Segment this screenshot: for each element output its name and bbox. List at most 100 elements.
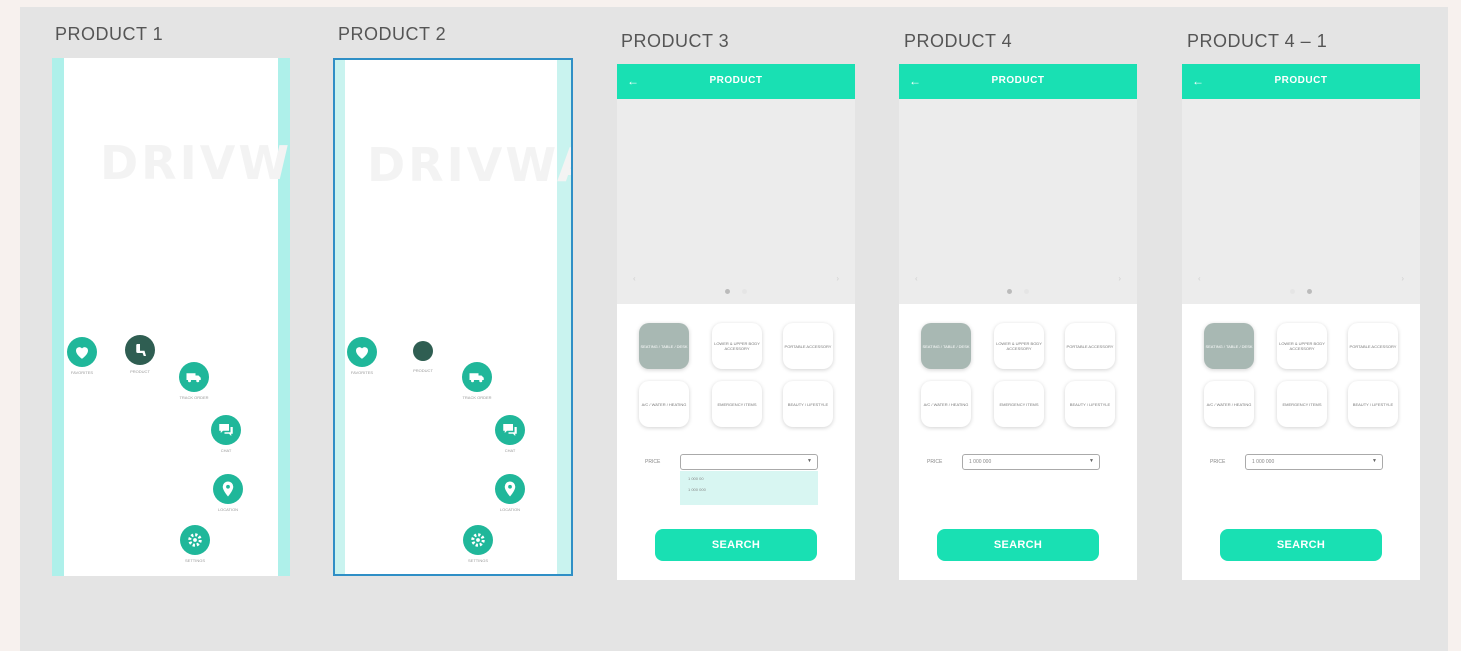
- artboard-product-1[interactable]: DRIVWAY FAVORITES PRODUCT TRACK ORDER CH…: [52, 58, 290, 576]
- carousel-dot-active[interactable]: [725, 289, 730, 294]
- carousel-dot[interactable]: [742, 289, 747, 294]
- carousel-dot-active[interactable]: [1307, 289, 1312, 294]
- search-button[interactable]: SEARCH: [937, 529, 1099, 561]
- price-label: PRICE: [1210, 459, 1226, 465]
- chevron-down-icon: ▼: [1372, 458, 1377, 464]
- carousel-prev-icon[interactable]: ‹: [915, 274, 918, 283]
- price-option[interactable]: 1 000 00: [680, 471, 818, 482]
- product-button[interactable]: [125, 335, 155, 365]
- category-seating[interactable]: SEATING / TABLE / DESK: [1204, 323, 1254, 369]
- price-select[interactable]: ▼: [680, 454, 818, 470]
- truck-icon: [469, 373, 484, 383]
- header-title: PRODUCT: [991, 75, 1045, 86]
- artboard-product-2[interactable]: DRIVWAY FAVORITES PRODUCT TRACK ORDER CH…: [333, 58, 573, 576]
- category-body-accessory[interactable]: LOWER & UPPER BODY ACCESSORY: [712, 323, 762, 369]
- category-ac-water-heating[interactable]: A/C / WATER / HEATING: [639, 381, 689, 427]
- search-button[interactable]: SEARCH: [655, 529, 817, 561]
- carousel-next-icon[interactable]: ›: [1401, 274, 1404, 283]
- category-ac-water-heating[interactable]: A/C / WATER / HEATING: [1204, 381, 1254, 427]
- price-dropdown-menu: 1 000 00 1 000 000: [680, 471, 818, 505]
- price-label: PRICE: [645, 459, 661, 465]
- chevron-down-icon: ▼: [1089, 458, 1094, 464]
- favorites-button[interactable]: [347, 337, 377, 367]
- carousel-dots: [1182, 289, 1420, 294]
- price-select[interactable]: 1 000 000 ▼: [962, 454, 1100, 470]
- settings-button[interactable]: [463, 525, 493, 555]
- favorites-label: FAVORITES: [350, 370, 374, 375]
- header-title: PRODUCT: [709, 75, 763, 86]
- watermark-logo: DRIVWAY: [100, 136, 290, 190]
- category-emergency[interactable]: EMERGENCY ITEMS: [1277, 381, 1327, 427]
- chat-button[interactable]: [495, 415, 525, 445]
- carousel-dot[interactable]: [1290, 289, 1295, 294]
- category-portable-accessory[interactable]: PORTABLE ACCESSORY: [783, 323, 833, 369]
- carousel-dot[interactable]: [1024, 289, 1029, 294]
- heart-icon: [356, 347, 368, 359]
- location-label: LOCATION: [217, 507, 239, 512]
- truck-icon: [186, 373, 201, 383]
- app-header: ← PRODUCT: [899, 64, 1137, 99]
- app-header: ← PRODUCT: [1182, 64, 1420, 99]
- price-label: PRICE: [927, 459, 943, 465]
- artboard-title-product-4-1[interactable]: PRODUCT 4 – 1: [1187, 31, 1327, 52]
- artboard-title-product-1[interactable]: PRODUCT 1: [55, 24, 163, 45]
- chevron-down-icon: ▼: [807, 458, 812, 464]
- header-title: PRODUCT: [1274, 75, 1328, 86]
- carousel-next-icon[interactable]: ›: [836, 274, 839, 283]
- chat-button[interactable]: [211, 415, 241, 445]
- product-image-carousel[interactable]: [617, 99, 855, 304]
- track-order-label: TRACK ORDER: [462, 395, 492, 400]
- category-portable-accessory[interactable]: PORTABLE ACCESSORY: [1348, 323, 1398, 369]
- location-label: LOCATION: [499, 507, 521, 512]
- category-emergency[interactable]: EMERGENCY ITEMS: [994, 381, 1044, 427]
- artboard-product-3[interactable]: ← PRODUCT ‹ › SEATING / TABLE / DESK LOW…: [617, 64, 855, 580]
- settings-label: SETTINGS: [467, 558, 488, 563]
- category-body-accessory[interactable]: LOWER & UPPER BODY ACCESSORY: [994, 323, 1044, 369]
- carousel-dots: [617, 289, 855, 294]
- category-emergency[interactable]: EMERGENCY ITEMS: [712, 381, 762, 427]
- location-pin-icon: [222, 481, 234, 497]
- category-body-accessory[interactable]: LOWER & UPPER BODY ACCESSORY: [1277, 323, 1327, 369]
- category-ac-water-heating[interactable]: A/C / WATER / HEATING: [921, 381, 971, 427]
- splash-screen: DRIVWAY FAVORITES PRODUCT TRACK ORDER CH…: [64, 58, 290, 576]
- location-button[interactable]: [495, 474, 525, 504]
- price-option[interactable]: 1 000 000: [680, 482, 818, 493]
- artboard-product-4[interactable]: ← PRODUCT ‹ › SEATING / TABLE / DESK LOW…: [899, 64, 1137, 580]
- carousel-prev-icon[interactable]: ‹: [1198, 274, 1201, 283]
- favorites-label: FAVORITES: [70, 370, 94, 375]
- category-beauty[interactable]: BEAUTY / LIFESTYLE: [1348, 381, 1398, 427]
- settings-label: SETTINGS: [184, 558, 205, 563]
- price-select[interactable]: 1 000 000 ▼: [1245, 454, 1383, 470]
- artboard-title-product-2[interactable]: PRODUCT 2: [338, 24, 446, 45]
- heart-icon: [76, 347, 88, 359]
- search-button[interactable]: SEARCH: [1220, 529, 1382, 561]
- artboard-product-4-1[interactable]: ← PRODUCT ‹ › SEATING / TABLE / DESK LOW…: [1182, 64, 1420, 580]
- artboard-title-product-3[interactable]: PRODUCT 3: [621, 31, 729, 52]
- track-order-button[interactable]: [179, 362, 209, 392]
- chat-label: CHAT: [504, 448, 516, 453]
- gear-icon: [188, 533, 202, 547]
- product-image-carousel[interactable]: [899, 99, 1137, 304]
- track-order-button[interactable]: [462, 362, 492, 392]
- category-beauty[interactable]: BEAUTY / LIFESTYLE: [783, 381, 833, 427]
- product-label: PRODUCT: [413, 368, 433, 373]
- category-beauty[interactable]: BEAUTY / LIFESTYLE: [1065, 381, 1115, 427]
- carousel-dot-active[interactable]: [1007, 289, 1012, 294]
- artboard-title-product-4[interactable]: PRODUCT 4: [904, 31, 1012, 52]
- carousel-next-icon[interactable]: ›: [1118, 274, 1121, 283]
- favorites-button[interactable]: [67, 337, 97, 367]
- watermark-logo: DRIVWAY: [367, 138, 571, 192]
- seat-icon: [136, 344, 146, 356]
- carousel-prev-icon[interactable]: ‹: [633, 274, 636, 283]
- location-button[interactable]: [213, 474, 243, 504]
- carousel-dots: [899, 289, 1137, 294]
- app-header: ← PRODUCT: [617, 64, 855, 99]
- category-seating[interactable]: SEATING / TABLE / DESK: [639, 323, 689, 369]
- price-value: 1 000 000: [1252, 459, 1275, 465]
- settings-button[interactable]: [180, 525, 210, 555]
- product-button[interactable]: [413, 341, 433, 361]
- category-seating[interactable]: SEATING / TABLE / DESK: [921, 323, 971, 369]
- chat-icon: [503, 424, 517, 436]
- product-image-carousel[interactable]: [1182, 99, 1420, 304]
- category-portable-accessory[interactable]: PORTABLE ACCESSORY: [1065, 323, 1115, 369]
